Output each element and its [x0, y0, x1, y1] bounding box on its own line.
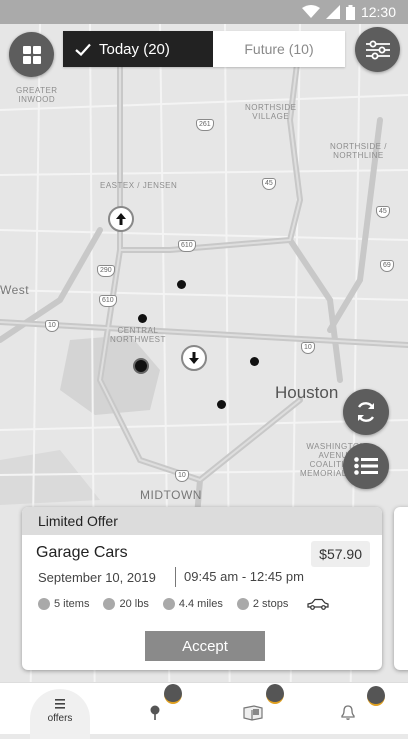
offer-company: Garage Cars: [36, 544, 128, 561]
map-city-label: Houston: [275, 383, 339, 402]
tab-future[interactable]: Future (10): [213, 31, 345, 67]
current-location-marker: [133, 358, 149, 374]
route-shield: 261: [196, 119, 214, 131]
stat-items: 5 items: [38, 598, 89, 610]
route-shield: 290: [97, 265, 115, 277]
arrow-up-icon: [116, 213, 126, 225]
nav-offers-label: offers: [47, 712, 73, 724]
stop-marker[interactable]: [217, 400, 226, 409]
stat-stops-label: 2 stops: [252, 598, 289, 610]
sliders-icon: [365, 40, 390, 59]
stat-distance-label: 4.4 miles: [178, 598, 223, 610]
stat-weight: 20 lbs: [103, 598, 149, 610]
stop-marker[interactable]: [250, 357, 259, 366]
check-icon: [75, 43, 91, 56]
stat-distance: 4.4 miles: [162, 598, 223, 610]
notification-badge: [164, 684, 182, 704]
tab-today-label: Today (20): [99, 40, 170, 58]
offer-date: September 10, 2019: [38, 570, 156, 585]
map-area-label: West: [0, 283, 30, 297]
divider: [175, 567, 176, 587]
battery-icon: [345, 4, 355, 20]
notification-badge: [266, 684, 284, 704]
box-icon: [243, 704, 263, 721]
status-bar: 12:30: [0, 0, 408, 24]
list-icon: [354, 457, 378, 475]
accept-button[interactable]: Accept: [145, 631, 265, 661]
bell-icon: [341, 704, 355, 720]
signal-icon: [325, 5, 340, 19]
map-area-label: MIDTOWN: [140, 488, 202, 502]
grid-menu-button[interactable]: [9, 32, 54, 77]
day-filter-toggle: Today (20) Future (10): [63, 31, 345, 67]
nav-deliveries[interactable]: [238, 683, 268, 734]
tab-today[interactable]: Today (20): [63, 31, 213, 67]
dropoff-marker[interactable]: [181, 345, 207, 371]
offer-price: $57.90: [311, 541, 370, 567]
nav-notifications[interactable]: [333, 683, 363, 734]
map-area-label: NORTHSIDE VILLAGE: [245, 103, 297, 121]
bottom-navigation: offers: [0, 682, 408, 739]
items-icon: [38, 598, 50, 610]
map-area-label: EASTEX / JENSEN: [100, 181, 178, 190]
nav-offers[interactable]: offers: [28, 683, 92, 739]
offer-time: 09:45 am - 12:45 pm: [184, 569, 304, 584]
map-area-label: CENTRAL NORTHWEST: [110, 326, 166, 344]
map-pin-icon: [150, 705, 160, 720]
map-area-label: GREATER INWOOD: [16, 86, 58, 104]
stat-stops: 2 stops: [236, 598, 289, 610]
stat-items-label: 5 items: [54, 598, 90, 610]
list-lines-icon: [55, 698, 65, 709]
distance-icon: [162, 598, 175, 610]
filter-settings-button[interactable]: [355, 27, 400, 72]
car-icon: [307, 598, 329, 610]
tab-future-label: Future (10): [244, 41, 314, 57]
notification-badge: [367, 686, 385, 706]
refresh-icon: [357, 402, 375, 422]
refresh-button[interactable]: [343, 389, 389, 435]
grid-icon: [22, 45, 41, 64]
stops-icon: [236, 598, 249, 610]
stop-marker[interactable]: [138, 314, 147, 323]
list-view-button[interactable]: [343, 443, 389, 489]
offer-card[interactable]: Limited Offer Garage Cars $57.90 Septemb…: [22, 507, 382, 670]
pickup-marker[interactable]: [108, 206, 134, 232]
route-shield: 610: [99, 295, 117, 307]
route-shield: 610: [178, 240, 196, 252]
weight-icon: [103, 598, 116, 610]
stat-weight-label: 20 lbs: [119, 598, 149, 610]
offer-stats: 5 items 20 lbs 4.4 miles 2 stops: [38, 598, 330, 610]
wifi-icon: [301, 5, 320, 18]
status-time: 12:30: [360, 4, 396, 20]
arrow-down-icon: [189, 352, 199, 364]
offer-card-header: Limited Offer: [22, 507, 382, 535]
map-area-label: NORTHSIDE / NORTHLINE: [330, 142, 387, 160]
stop-marker[interactable]: [177, 280, 186, 289]
next-offer-card[interactable]: [394, 507, 408, 670]
